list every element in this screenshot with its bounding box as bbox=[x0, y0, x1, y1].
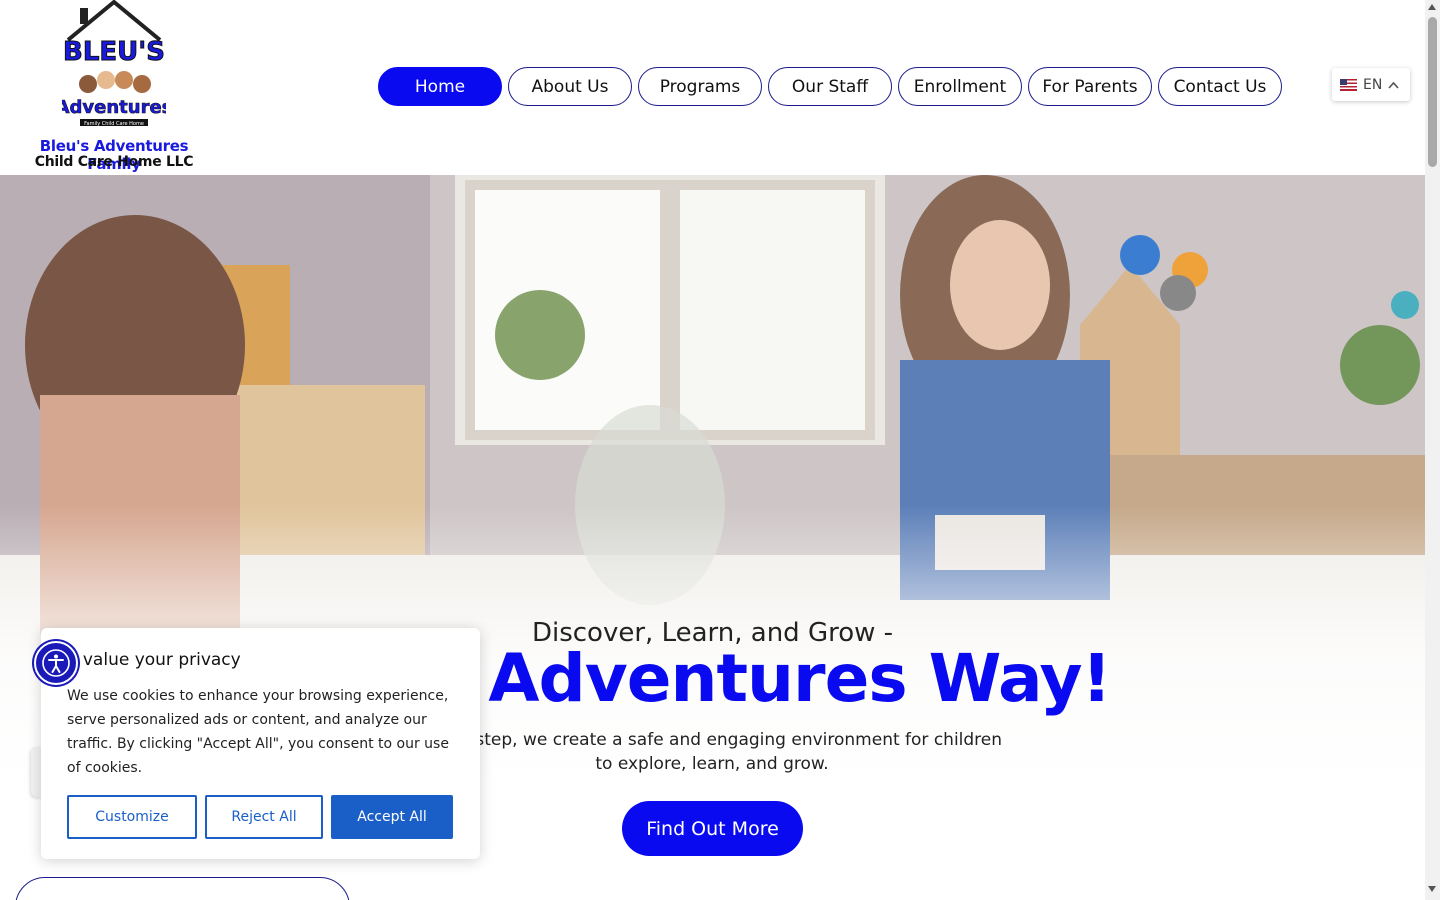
hero-description: every step, we create a safe and engagin… bbox=[421, 730, 1003, 774]
svg-text:BLEU'S: BLEU'S bbox=[63, 37, 165, 67]
find-out-more-button[interactable]: Find Out More bbox=[622, 801, 803, 856]
accessibility-icon bbox=[42, 649, 70, 677]
cookie-customize-button[interactable]: Customize bbox=[67, 795, 197, 839]
chevron-up-icon bbox=[1388, 81, 1399, 89]
page: BLEU'S Adventures Family Child Care Home… bbox=[0, 0, 1440, 900]
nav-home[interactable]: Home bbox=[378, 67, 502, 106]
scroll-up-arrow-icon[interactable] bbox=[1428, 4, 1436, 10]
cookie-consent-banner: e value your privacy We use cookies to e… bbox=[41, 628, 480, 859]
cookie-text: We use cookies to enhance your browsing … bbox=[67, 688, 449, 776]
nav-about-us[interactable]: About Us bbox=[508, 67, 632, 106]
site-logo[interactable]: BLEU'S Adventures Family Child Care Home… bbox=[14, 0, 214, 173]
language-code: EN bbox=[1363, 76, 1383, 93]
nav-contact-us[interactable]: Contact Us bbox=[1158, 67, 1282, 106]
cookie-title: e value your privacy bbox=[67, 650, 241, 670]
site-header: BLEU'S Adventures Family Child Care Home… bbox=[0, 0, 1425, 175]
scroll-down-arrow-icon[interactable] bbox=[1428, 886, 1436, 892]
main-nav: Home About Us Programs Our Staff Enrollm… bbox=[378, 67, 1282, 106]
cookie-accept-all-button[interactable]: Accept All bbox=[331, 795, 453, 839]
scrollbar-thumb[interactable] bbox=[1428, 17, 1437, 167]
page-scrollbar[interactable] bbox=[1425, 0, 1440, 900]
secondary-outline-button[interactable] bbox=[15, 877, 350, 900]
cookie-reject-all-button[interactable]: Reject All bbox=[205, 795, 323, 839]
nav-our-staff[interactable]: Our Staff bbox=[768, 67, 892, 106]
nav-for-parents[interactable]: For Parents bbox=[1028, 67, 1152, 106]
logo-name-line2: Child Care Home LLC bbox=[34, 154, 194, 170]
nav-programs[interactable]: Programs bbox=[638, 67, 762, 106]
us-flag-icon bbox=[1340, 78, 1357, 91]
logo-house-icon: BLEU'S Adventures Family Child Care Home bbox=[62, 0, 166, 127]
language-selector[interactable]: EN bbox=[1332, 68, 1410, 101]
accessibility-button[interactable] bbox=[34, 641, 78, 685]
svg-text:Adventures: Adventures bbox=[62, 97, 166, 118]
nav-enrollment[interactable]: Enrollment bbox=[898, 67, 1022, 106]
svg-text:Family Child Care Home: Family Child Care Home bbox=[84, 121, 144, 127]
